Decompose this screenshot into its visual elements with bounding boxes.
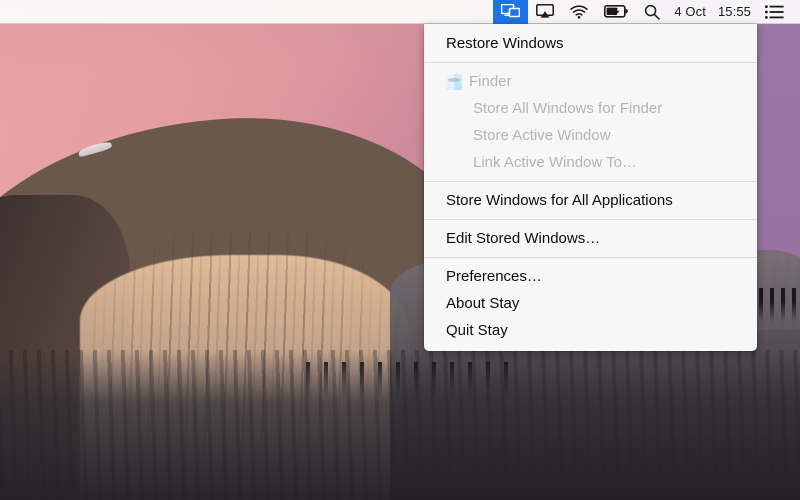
macos-menu-bar: 4 Oct 15:55: [0, 0, 800, 24]
menu-item-about-stay[interactable]: About Stay: [424, 290, 757, 317]
menu-item-label: Quit Stay: [446, 322, 508, 339]
menu-item-finder-app: Finder: [424, 68, 757, 95]
menu-separator: [424, 181, 757, 182]
menu-item-label: Store All Windows for Finder: [473, 100, 663, 117]
foreground-rock: [0, 350, 800, 500]
menubar-time[interactable]: 15:55: [712, 0, 757, 24]
screen: 4 Oct 15:55 Restore Windows Finder Store: [0, 0, 800, 500]
menu-separator: [424, 257, 757, 258]
menu-item-label: About Stay: [446, 295, 520, 312]
finder-icon: [446, 73, 462, 90]
stay-dropdown-menu: Restore Windows Finder Store All Windows…: [424, 24, 757, 351]
menu-item-label: Store Windows for All Applications: [446, 192, 673, 209]
menu-separator: [424, 62, 757, 63]
notification-center-icon[interactable]: [757, 0, 792, 24]
menu-item-store-active-window: Store Active Window: [424, 122, 757, 149]
stay-app-icon[interactable]: [493, 0, 529, 24]
menu-item-label: Edit Stored Windows…: [446, 230, 601, 247]
wifi-icon[interactable]: [562, 0, 596, 24]
airplay-icon[interactable]: [528, 0, 562, 24]
menu-item-restore-windows[interactable]: Restore Windows: [424, 30, 757, 57]
menu-item-label: Restore Windows: [446, 35, 564, 52]
menu-item-store-all-windows-for-finder: Store All Windows for Finder: [424, 95, 757, 122]
menu-item-quit-stay[interactable]: Quit Stay: [424, 317, 757, 344]
menu-item-preferences[interactable]: Preferences…: [424, 263, 757, 290]
menu-item-store-windows-for-all-applications[interactable]: Store Windows for All Applications: [424, 187, 757, 214]
menu-item-edit-stored-windows[interactable]: Edit Stored Windows…: [424, 225, 757, 252]
menu-item-label: Finder: [469, 73, 512, 90]
menu-item-label: Store Active Window: [473, 127, 611, 144]
battery-charging-icon[interactable]: [596, 0, 636, 24]
menu-item-link-active-window-to: Link Active Window To…: [424, 149, 757, 176]
menu-item-label: Link Active Window To…: [473, 154, 637, 171]
spotlight-search-icon[interactable]: [636, 0, 668, 24]
menu-separator: [424, 219, 757, 220]
menu-item-label: Preferences…: [446, 268, 542, 285]
menubar-date[interactable]: 4 Oct: [668, 0, 712, 24]
